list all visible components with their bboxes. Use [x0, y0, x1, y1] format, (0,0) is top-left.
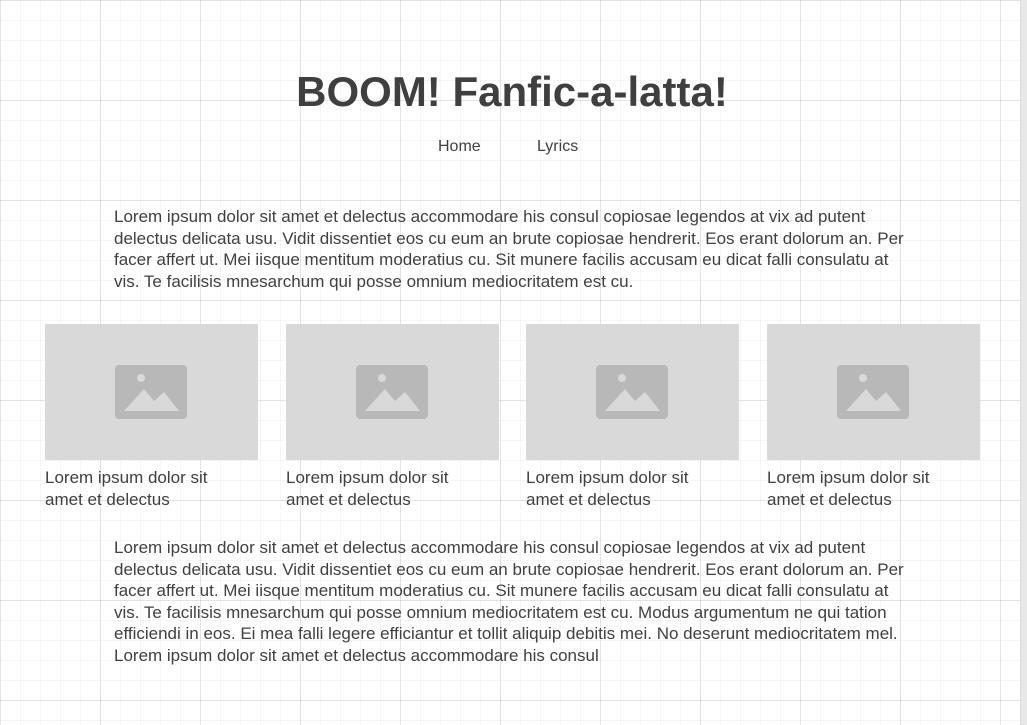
card: Lorem ipsum dolor sit amet et delectus [526, 324, 739, 511]
page-title: BOOM! Fanfic-a-latta! [296, 68, 728, 115]
body-paragraph: Lorem ipsum dolor sit amet et delectus a… [114, 538, 904, 665]
card: Lorem ipsum dolor sit amet et delectus [286, 324, 499, 511]
nav-link-lyrics[interactable]: Lyrics [537, 137, 578, 157]
intro-paragraph: Lorem ipsum dolor sit amet et delectus a… [114, 207, 904, 291]
card-image-placeholder [767, 324, 980, 460]
card: Lorem ipsum dolor sit amet et delectus [767, 324, 980, 511]
image-placeholder-icon [115, 365, 187, 419]
card-image-placeholder [45, 324, 258, 460]
nav-link-home[interactable]: Home [438, 137, 481, 157]
image-placeholder-icon [596, 365, 668, 419]
image-placeholder-icon [837, 365, 909, 419]
card-image-placeholder [286, 324, 499, 460]
card-caption: Lorem ipsum dolor sit amet et delectus [767, 468, 930, 509]
card: Lorem ipsum dolor sit amet et delectus [45, 324, 258, 511]
card-caption: Lorem ipsum dolor sit amet et delectus [286, 468, 449, 509]
main-nav: Home Lyrics [0, 137, 1024, 157]
card-caption: Lorem ipsum dolor sit amet et delectus [526, 468, 689, 509]
image-placeholder-icon [356, 365, 428, 419]
card-image-placeholder [526, 324, 739, 460]
card-caption: Lorem ipsum dolor sit amet et delectus [45, 468, 208, 509]
